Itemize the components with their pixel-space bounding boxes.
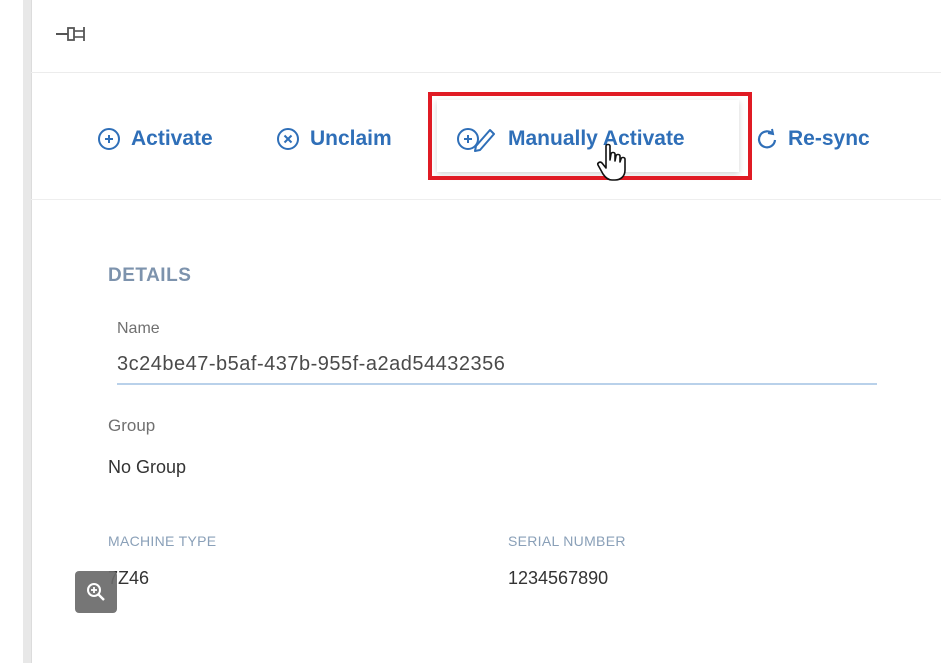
unclaim-label: Unclaim [310, 127, 392, 150]
group-value: No Group [108, 457, 187, 477]
hand-cursor-icon [597, 143, 626, 181]
activate-label: Activate [131, 127, 213, 150]
resync-label: Re-sync [788, 127, 870, 150]
top-bar [31, 0, 941, 73]
zoom-button[interactable] [75, 571, 117, 613]
x-circle-icon [276, 127, 300, 151]
zoom-in-icon [87, 583, 105, 601]
plus-pencil-icon [456, 126, 498, 152]
unclaim-button[interactable]: Unclaim [276, 124, 392, 154]
resync-button[interactable]: Re-sync [756, 124, 870, 154]
machine-type-label: MACHINE TYPE [108, 533, 217, 549]
pin-button[interactable] [52, 20, 96, 48]
name-field[interactable]: 3c24be47-b5af-437b-955f-a2ad54432356 [117, 353, 877, 385]
details-section-title: DETAILS [108, 265, 192, 286]
activate-button[interactable]: Activate [97, 124, 213, 154]
name-label: Name [117, 320, 160, 337]
serial-number-value: 1234567890 [508, 568, 609, 588]
refresh-icon [756, 127, 778, 151]
device-details-page: Activate Unclaim Manually Activate Re-sy… [0, 0, 941, 663]
manually-activate-button[interactable]: Manually Activate [456, 124, 685, 154]
pin-icon [56, 27, 85, 41]
group-label: Group [108, 416, 156, 435]
plus-circle-icon [97, 127, 121, 151]
serial-number-label: SERIAL NUMBER [508, 533, 626, 549]
